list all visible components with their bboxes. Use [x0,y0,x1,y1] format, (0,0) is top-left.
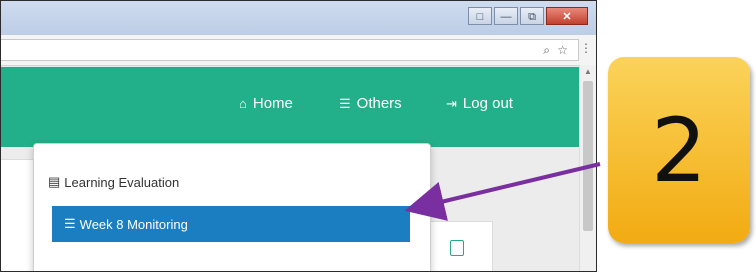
nav-home-link[interactable]: ⌂ Home [239,95,293,112]
menu-item-label: Learning Evaluation [64,174,180,190]
nav-others-link[interactable]: ☰ Others [339,95,402,112]
window-titlebar: □ — ⧉ ✕ [1,1,596,35]
home-icon: ⌂ [239,96,247,111]
scroll-up-icon[interactable]: ▲ [584,67,592,76]
minimize-button[interactable]: — [494,7,518,25]
window-controls: □ — ⧉ ✕ [466,7,588,25]
list-icon: ▤ [48,174,61,189]
zoom-icon[interactable]: ⌕ [543,43,550,58]
top-navbar: ⌂ Home ☰ Others ⇥ Log out [1,67,579,147]
bookmark-icon[interactable] [450,240,464,256]
nav-home-label: Home [252,95,293,112]
star-icon[interactable]: ☆ [557,43,568,57]
others-dropdown-menu: ▤ Learning Evaluation ☰ Week 8 Monitorin… [33,143,431,271]
database-icon: ☰ [339,95,351,111]
restore-down-button[interactable]: □ [468,7,492,25]
scrollbar-thumb[interactable] [583,81,593,231]
close-button[interactable]: ✕ [546,7,588,25]
address-bar[interactable]: ⌕ ☆ [1,39,579,61]
browser-screenshot: □ — ⧉ ✕ ⌕ ☆ ⋮ ⌂ Home ☰ Others ⇥ Log out [0,0,597,272]
menu-item-learning-evaluation[interactable]: ▤ Learning Evaluation [48,174,179,190]
browser-menu-icon[interactable]: ⋮ [580,41,592,55]
page-scrollbar[interactable]: ▲ [579,65,596,271]
maximize-button[interactable]: ⧉ [520,7,544,25]
menu-item-label: Week 8 Monitoring [79,216,188,232]
menu-item-week-8-monitoring[interactable]: ☰ Week 8 Monitoring [52,206,410,242]
sliders-icon: ☰ [64,216,76,231]
nav-logout-link[interactable]: ⇥ Log out [446,95,513,112]
browser-toolbar: ⌕ ☆ ⋮ [1,35,596,66]
nav-logout-label: Log out [462,95,513,112]
logout-icon: ⇥ [446,95,457,111]
nav-others-label: Others [356,95,402,112]
step-number-badge: 2 [608,57,750,243]
